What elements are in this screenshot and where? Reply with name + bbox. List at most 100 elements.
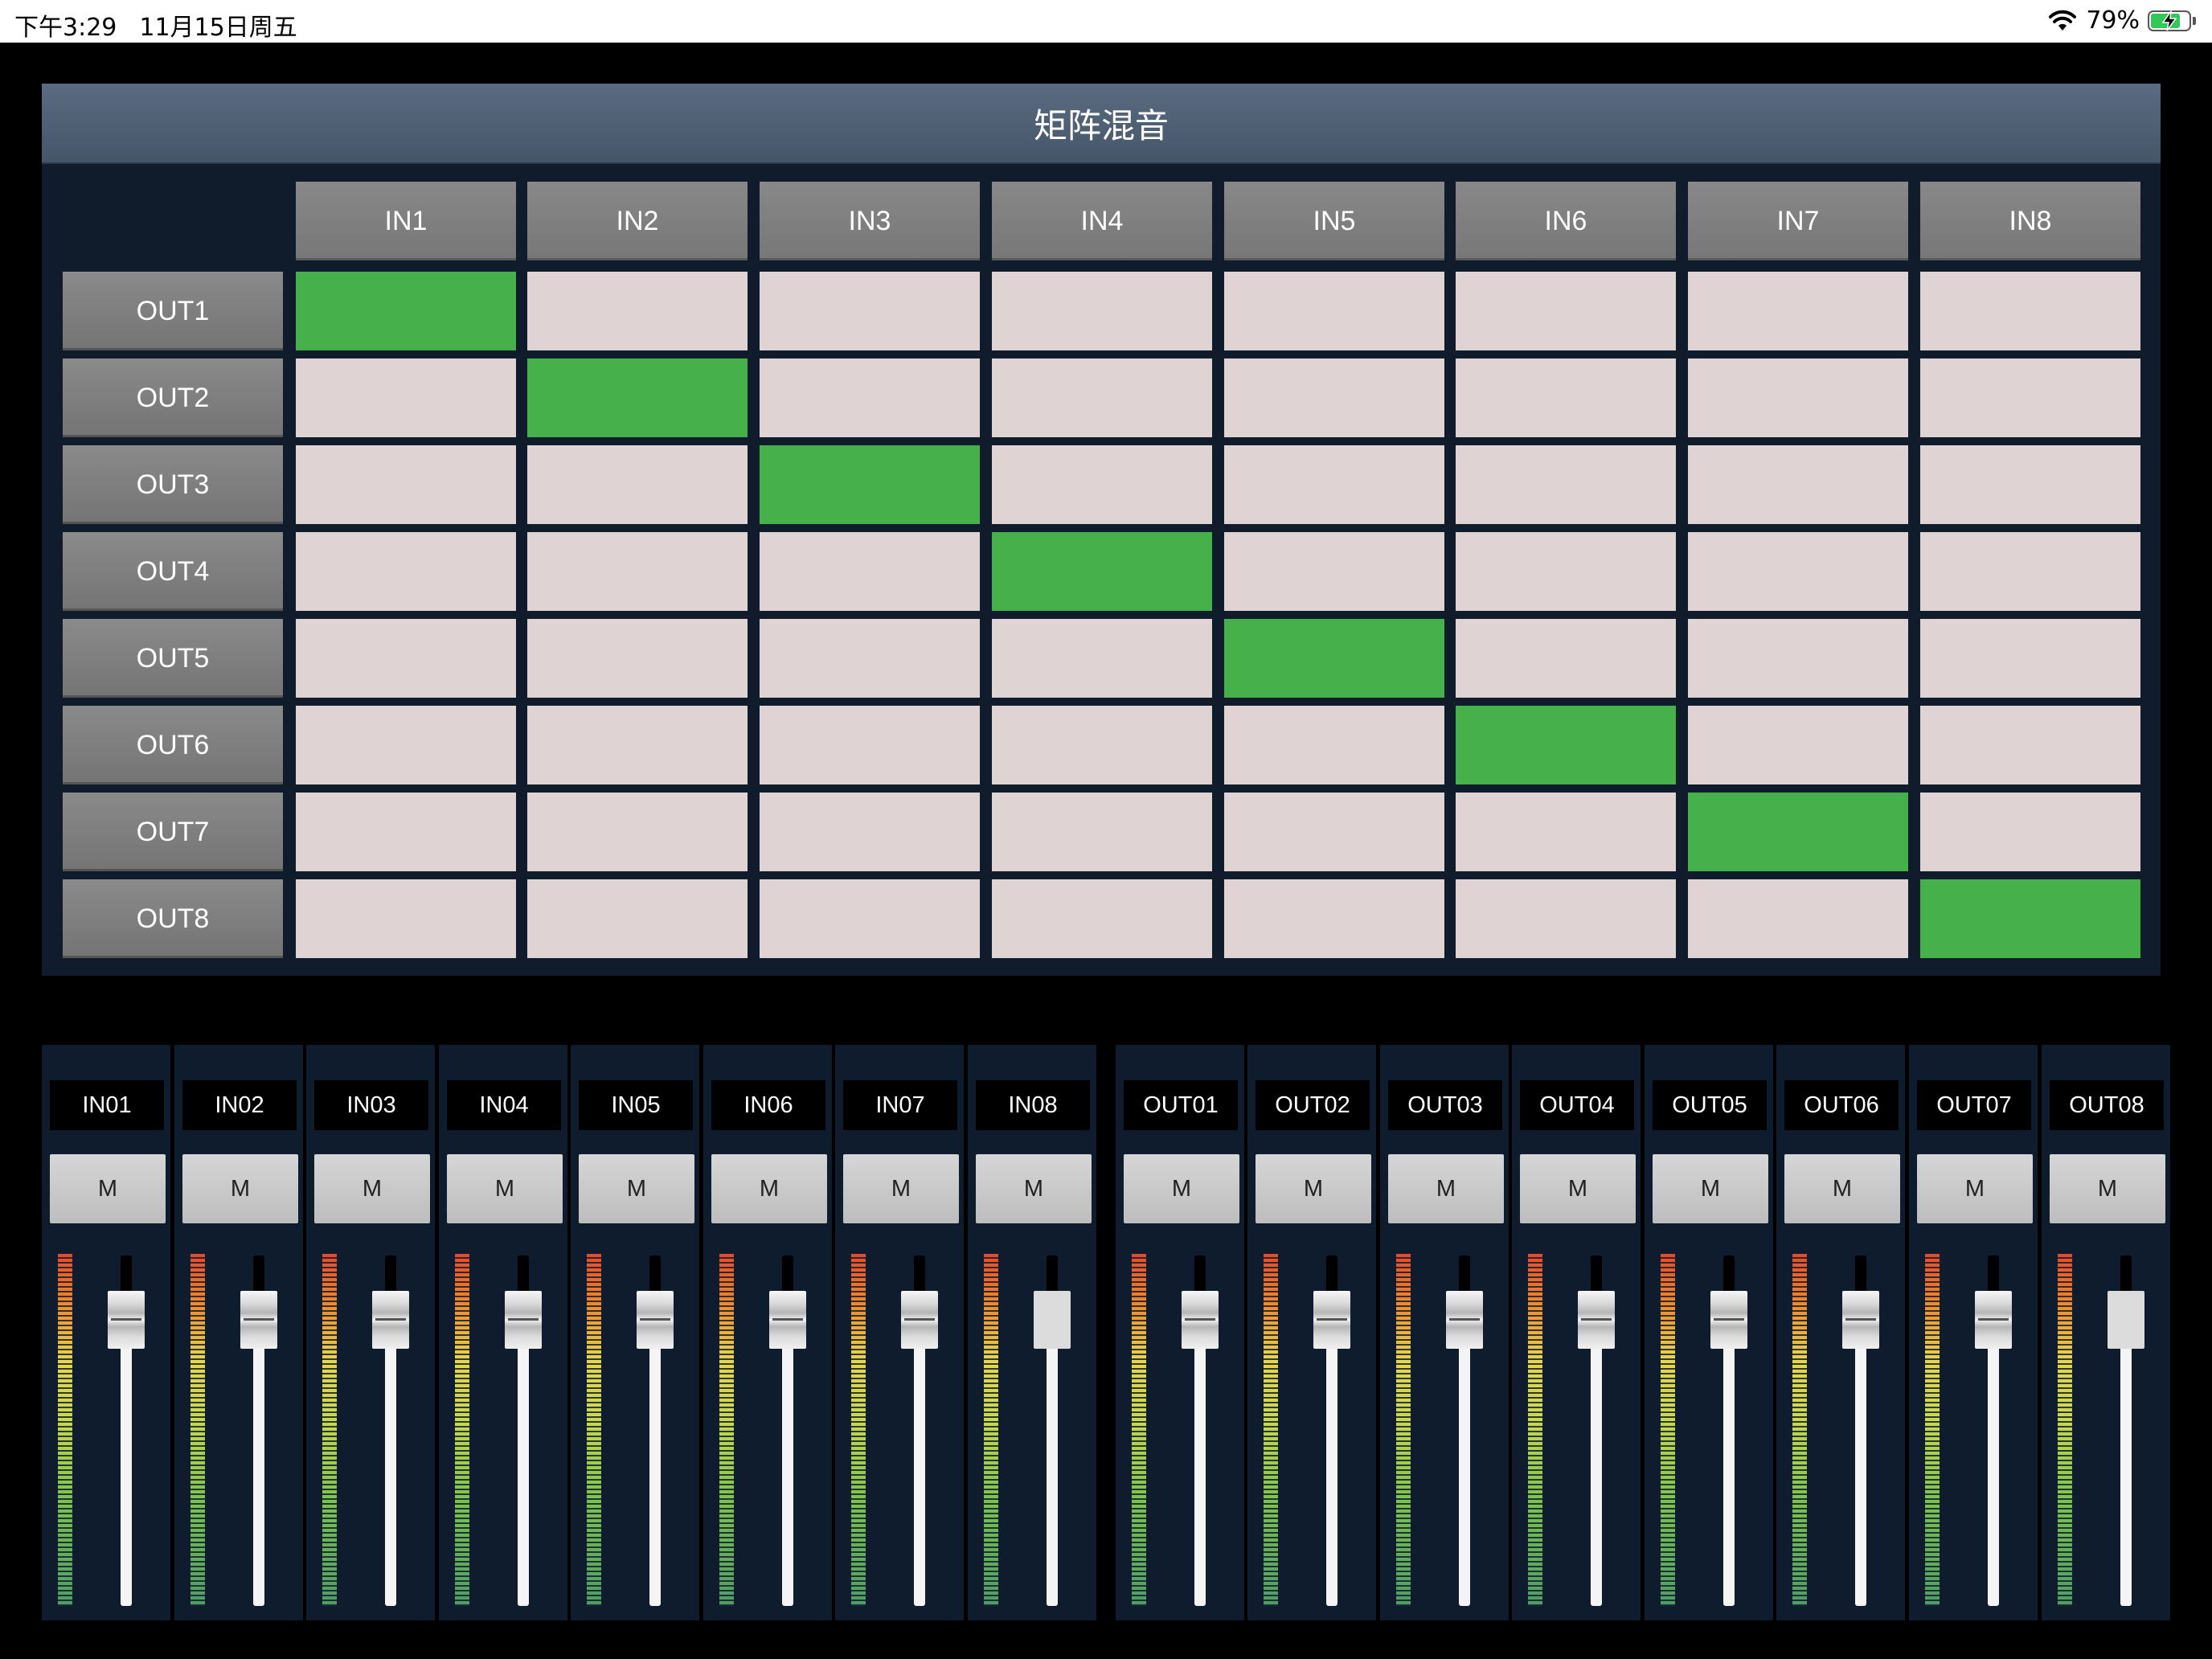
mute-button[interactable]: M [182,1154,298,1223]
matrix-cell[interactable] [1456,272,1676,350]
fader-knob[interactable] [901,1290,938,1349]
matrix-cell[interactable] [760,706,980,784]
matrix-cell[interactable] [296,532,516,611]
fader-knob[interactable] [108,1290,145,1349]
fader-knob[interactable] [372,1290,409,1349]
mute-button[interactable]: M [843,1154,959,1223]
matrix-cell[interactable] [527,445,748,524]
matrix-cell[interactable] [760,532,980,611]
matrix-cell[interactable] [760,879,980,958]
matrix-cell[interactable] [1224,532,1444,611]
matrix-cell[interactable] [992,879,1212,958]
fader-knob[interactable] [637,1290,674,1349]
matrix-cell[interactable] [527,272,748,350]
matrix-cell[interactable] [1688,532,1908,611]
matrix-cell[interactable] [760,619,980,698]
mute-button[interactable]: M [1124,1154,1239,1223]
fader-knob[interactable] [769,1290,806,1349]
matrix-cell[interactable] [992,706,1212,784]
matrix-cell[interactable] [1224,879,1444,958]
matrix-cell[interactable] [1920,358,2140,437]
fader-knob[interactable] [1842,1290,1879,1349]
mute-button[interactable]: M [976,1154,1092,1223]
matrix-cell[interactable] [1456,358,1676,437]
matrix-output-header: OUT1 [63,272,283,350]
matrix-cell[interactable] [992,445,1212,524]
matrix-cell[interactable] [1456,445,1676,524]
fader-knob[interactable] [1034,1290,1071,1349]
mute-button[interactable]: M [1520,1154,1636,1223]
matrix-cell[interactable] [1456,619,1676,698]
fader-knob[interactable] [505,1290,542,1349]
fader-knob[interactable] [1313,1290,1350,1349]
fader-knob[interactable] [1975,1290,2012,1349]
matrix-cell[interactable] [992,619,1212,698]
matrix-cell[interactable] [1688,793,1908,871]
matrix-cell[interactable] [1688,445,1908,524]
matrix-cell[interactable] [1456,532,1676,611]
matrix-cell[interactable] [1688,272,1908,350]
fader-knob[interactable] [2108,1290,2144,1349]
mute-button[interactable]: M [447,1154,563,1223]
matrix-cell[interactable] [1456,706,1676,784]
matrix-cell[interactable] [1920,619,2140,698]
mute-button[interactable]: M [711,1154,827,1223]
matrix-cell[interactable] [1920,793,2140,871]
matrix-cell[interactable] [992,272,1212,350]
matrix-cell[interactable] [296,272,516,350]
matrix-cell[interactable] [1224,793,1444,871]
mute-button[interactable]: M [1653,1154,1768,1223]
mute-button[interactable]: M [579,1154,694,1223]
matrix-cell[interactable] [1688,879,1908,958]
matrix-cell[interactable] [527,879,748,958]
fader-knob[interactable] [1710,1290,1747,1349]
matrix-cell[interactable] [760,793,980,871]
matrix-cell[interactable] [296,879,516,958]
mute-button[interactable]: M [50,1154,166,1223]
matrix-output-header: OUT3 [63,445,283,524]
mute-button[interactable]: M [2050,1154,2165,1223]
charging-bolt-icon [2161,10,2177,31]
matrix-cell[interactable] [1224,619,1444,698]
matrix-cell[interactable] [527,706,748,784]
fader-knob[interactable] [1182,1290,1219,1349]
matrix-cell[interactable] [1224,272,1444,350]
matrix-cell[interactable] [992,358,1212,437]
matrix-cell[interactable] [1920,879,2140,958]
matrix-cell[interactable] [1224,358,1444,437]
fader-knob[interactable] [1446,1290,1483,1349]
matrix-cell[interactable] [992,793,1212,871]
matrix-cell[interactable] [296,445,516,524]
matrix-cell[interactable] [527,532,748,611]
matrix-cell[interactable] [760,272,980,350]
matrix-cell[interactable] [527,619,748,698]
matrix-cell[interactable] [1688,358,1908,437]
matrix-cell[interactable] [296,619,516,698]
mute-button[interactable]: M [314,1154,430,1223]
matrix-cell[interactable] [1224,445,1444,524]
matrix-cell[interactable] [760,445,980,524]
matrix-cell[interactable] [760,358,980,437]
matrix-cell[interactable] [1456,879,1676,958]
matrix-cell[interactable] [1920,532,2140,611]
fader-knob[interactable] [240,1290,277,1349]
fader-fill [518,1319,529,1606]
matrix-cell[interactable] [296,358,516,437]
mute-button[interactable]: M [1784,1154,1900,1223]
matrix-cell[interactable] [527,793,748,871]
matrix-cell[interactable] [296,793,516,871]
matrix-cell[interactable] [1920,445,2140,524]
matrix-cell[interactable] [1224,706,1444,784]
mute-button[interactable]: M [1917,1154,2033,1223]
mute-button[interactable]: M [1256,1154,1371,1223]
matrix-cell[interactable] [1920,706,2140,784]
mute-button[interactable]: M [1388,1154,1504,1223]
matrix-cell[interactable] [1920,272,2140,350]
matrix-cell[interactable] [1456,793,1676,871]
matrix-cell[interactable] [527,358,748,437]
matrix-cell[interactable] [1688,706,1908,784]
matrix-cell[interactable] [296,706,516,784]
matrix-cell[interactable] [992,532,1212,611]
matrix-cell[interactable] [1688,619,1908,698]
fader-knob[interactable] [1578,1290,1615,1349]
